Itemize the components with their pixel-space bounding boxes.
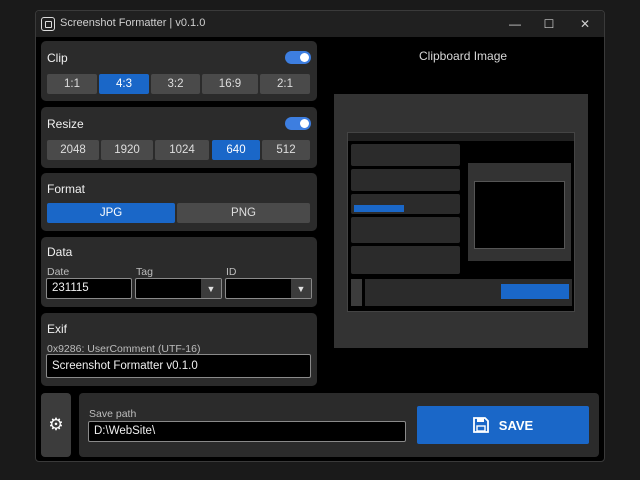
save-path-label: Save path: [89, 408, 137, 420]
data-panel: Data Date Tag ID 231115 ▼ ▼: [41, 237, 317, 307]
settings-button[interactable]: ⚙: [41, 393, 71, 457]
save-button[interactable]: SAVE: [417, 406, 589, 444]
date-input[interactable]: 231115: [46, 278, 132, 299]
tag-label: Tag: [136, 266, 153, 278]
floppy-disk-icon: [472, 417, 489, 433]
preview-thumbnail: [347, 132, 575, 312]
maximize-button[interactable]: ☐: [532, 11, 566, 37]
title-bar[interactable]: Screenshot Formatter | v0.1.0 — ☐ ✕: [36, 11, 604, 37]
close-button[interactable]: ✕: [568, 11, 602, 37]
preview-title: Clipboard Image: [419, 49, 508, 63]
id-combobox[interactable]: ▼: [225, 278, 312, 299]
save-path-input[interactable]: D:\WebSite\: [88, 421, 406, 442]
format-option-png[interactable]: PNG: [177, 203, 310, 223]
clip-option-4-3[interactable]: 4:3: [99, 74, 149, 94]
clip-option-1-1[interactable]: 1:1: [47, 74, 97, 94]
exif-comment-input[interactable]: Screenshot Formatter v0.1.0: [46, 354, 311, 378]
resize-option-1024[interactable]: 1024: [155, 140, 209, 160]
clipboard-image-preview: [334, 94, 588, 348]
resize-panel: Resize 2048 1920 1024 640 512: [41, 107, 317, 168]
date-label: Date: [47, 266, 70, 278]
clip-option-3-2[interactable]: 3:2: [151, 74, 200, 94]
app-icon: [41, 17, 55, 31]
format-option-jpg[interactable]: JPG: [47, 203, 175, 223]
resize-option-2048[interactable]: 2048: [47, 140, 99, 160]
resize-toggle[interactable]: [285, 117, 311, 130]
resize-label: Resize: [47, 117, 84, 131]
minimize-button[interactable]: —: [498, 11, 532, 37]
clip-panel: Clip 1:1 4:3 3:2 16:9 2:1: [41, 41, 317, 101]
resize-option-640[interactable]: 640: [212, 140, 260, 160]
gear-icon: ⚙: [48, 415, 64, 434]
id-label: ID: [226, 266, 237, 278]
clip-label: Clip: [47, 51, 68, 65]
chevron-down-icon[interactable]: ▼: [291, 279, 311, 298]
resize-option-1920[interactable]: 1920: [101, 140, 153, 160]
exif-label: Exif: [47, 322, 68, 336]
clip-option-2-1[interactable]: 2:1: [260, 74, 310, 94]
tag-combobox[interactable]: ▼: [135, 278, 222, 299]
resize-option-512[interactable]: 512: [262, 140, 310, 160]
app-window: Screenshot Formatter | v0.1.0 — ☐ ✕ Clip…: [35, 10, 605, 462]
format-label: Format: [47, 182, 86, 196]
format-panel: Format JPG PNG: [41, 173, 317, 231]
chevron-down-icon[interactable]: ▼: [201, 279, 221, 298]
save-label: SAVE: [498, 417, 534, 433]
exif-panel: Exif 0x9286: UserComment (UTF-16) Screen…: [41, 313, 317, 386]
data-label: Data: [47, 245, 73, 259]
clip-option-16-9[interactable]: 16:9: [202, 74, 258, 94]
window-title: Screenshot Formatter | v0.1.0: [60, 17, 206, 29]
clip-toggle[interactable]: [285, 51, 311, 64]
